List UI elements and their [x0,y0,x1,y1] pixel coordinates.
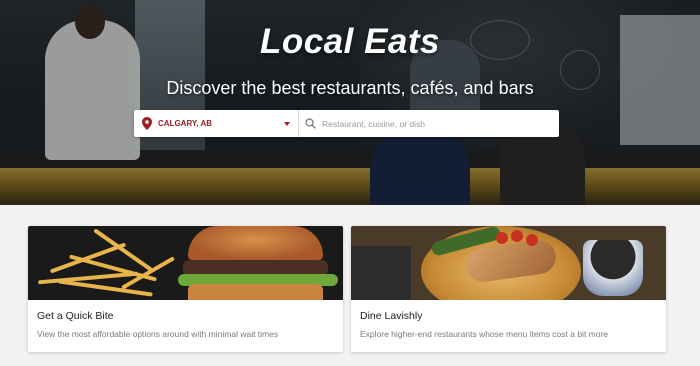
search-input[interactable] [322,118,542,129]
search-bar: CALGARY, AB [134,110,559,137]
card-dine-lavishly[interactable]: Dine Lavishly Explore higher-end restaur… [351,226,666,352]
card-description: View the most affordable options around … [37,329,279,339]
search-icon [305,118,316,129]
location-value: CALGARY, AB [158,119,213,128]
card-title: Get a Quick Bite [37,310,114,322]
card-description: Explore higher-end restaurants whose men… [360,329,609,339]
card-quick-bite[interactable]: Get a Quick Bite View the most affordabl… [28,226,343,352]
chevron-down-icon [284,121,290,126]
category-cards: Get a Quick Bite View the most affordabl… [28,226,666,352]
site-title: Local Eats [259,22,441,61]
hero-subtitle: Discover the best restaurants, cafés, an… [166,78,534,98]
hero-banner: Local Eats Discover the best restaurants… [0,0,700,205]
burger-fries-image [28,226,343,300]
fine-dining-image [351,226,666,300]
query-field [299,110,559,137]
location-pin-icon [142,117,152,130]
card-title: Dine Lavishly [360,310,423,322]
location-selector[interactable]: CALGARY, AB [134,110,299,137]
